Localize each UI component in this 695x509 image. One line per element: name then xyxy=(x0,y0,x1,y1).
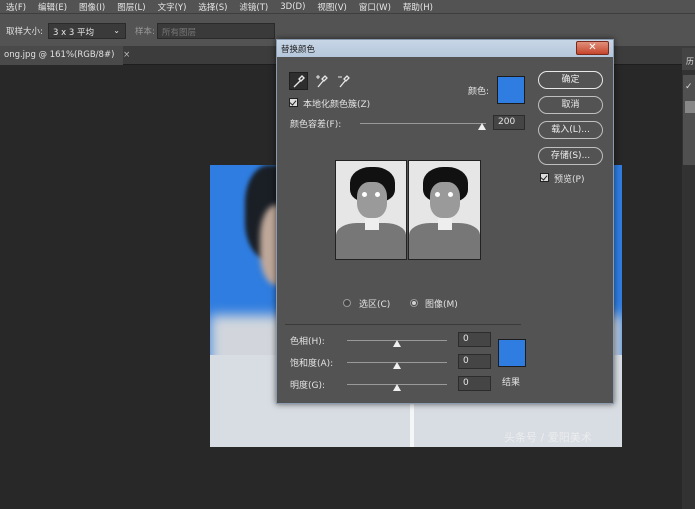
menu-filter[interactable]: 滤镜(T) xyxy=(233,1,274,13)
menu-file[interactable]: 选(F) xyxy=(0,1,32,13)
eyedropper-plus-button[interactable] xyxy=(312,72,331,90)
eyedropper-plus-icon xyxy=(316,75,328,88)
lightness-value: 0 xyxy=(463,378,469,388)
sample-size-value: 3 x 3 平均 xyxy=(53,28,94,38)
sample-select[interactable]: 所有图层 xyxy=(157,23,275,39)
dialog-body: 颜色: 本地化颜色簇(Z) 颜色容差(F): 200 选区(C) 图像(M) 色… xyxy=(277,57,613,403)
document-tab[interactable]: ong.jpg @ 161%(RGB/8#) × xyxy=(0,46,130,65)
image-radio-label: 图像(M) xyxy=(425,300,458,310)
lightness-field[interactable]: 0 xyxy=(458,376,491,391)
localized-clusters-checkbox[interactable] xyxy=(289,98,298,107)
fuzziness-label: 颜色容差(F): xyxy=(290,120,342,130)
menu-layer[interactable]: 图层(L) xyxy=(111,1,151,13)
eyedropper-tool-button[interactable] xyxy=(289,72,308,90)
saturation-value: 0 xyxy=(463,356,469,366)
saturation-slider-thumb[interactable] xyxy=(393,362,401,369)
color-label: 颜色: xyxy=(468,87,490,97)
cancel-button[interactable]: 取消 xyxy=(538,96,603,114)
sample-label: 样本: xyxy=(135,27,155,37)
save-button[interactable]: 存储(S)... xyxy=(538,147,603,165)
menu-help[interactable]: 帮助(H) xyxy=(397,1,439,13)
eyedropper-minus-icon xyxy=(338,75,350,88)
menu-bar: 选(F) 编辑(E) 图像(I) 图层(L) 文字(Y) 选择(S) 滤镜(T)… xyxy=(0,0,695,13)
sample-value: 所有图层 xyxy=(162,28,197,38)
menu-view[interactable]: 视图(V) xyxy=(311,1,352,13)
menu-3d[interactable]: 3D(D) xyxy=(274,2,311,12)
preview-checkbox[interactable] xyxy=(540,173,549,182)
dialog-titlebar[interactable]: 替换颜色 ✕ xyxy=(277,40,613,57)
hue-label: 色相(H): xyxy=(290,337,325,347)
selection-preview-right xyxy=(408,160,481,260)
document-tab-title: ong.jpg @ 161%(RGB/8#) xyxy=(4,50,115,60)
selection-radio-label: 选区(C) xyxy=(359,300,391,310)
fuzziness-value: 200 xyxy=(498,117,516,127)
saturation-field[interactable]: 0 xyxy=(458,354,491,369)
saturation-label: 饱和度(A): xyxy=(290,359,334,369)
load-button[interactable]: 载入(L)... xyxy=(538,121,603,139)
fuzziness-field[interactable]: 200 xyxy=(493,115,525,130)
fuzziness-slider-thumb[interactable] xyxy=(478,123,486,130)
fuzziness-track[interactable] xyxy=(360,123,486,124)
brush-icon[interactable]: ✓ xyxy=(685,82,693,92)
eyedropper-minus-button[interactable] xyxy=(334,72,353,90)
close-icon: ✕ xyxy=(588,42,597,53)
sample-size-label: 取样大小: xyxy=(6,27,43,37)
ok-button[interactable]: 确定 xyxy=(538,71,603,89)
watermark: 头条号 / 爱阳美术 xyxy=(504,431,592,444)
menu-type[interactable]: 文字(Y) xyxy=(152,1,193,13)
sample-size-select[interactable]: 3 x 3 平均 ⌄ xyxy=(48,23,126,39)
menu-image[interactable]: 图像(I) xyxy=(73,1,111,13)
hue-field[interactable]: 0 xyxy=(458,332,491,347)
chevron-down-icon: ⌄ xyxy=(113,26,120,35)
dialog-title: 替换颜色 xyxy=(281,45,316,55)
dialog-close-button[interactable]: ✕ xyxy=(576,41,609,55)
result-label: 结果 xyxy=(502,378,521,388)
menu-window[interactable]: 窗口(W) xyxy=(353,1,397,13)
close-icon[interactable]: × xyxy=(123,50,130,60)
replace-color-dialog: 替换颜色 ✕ 颜色: 本地化颜色簇(Z) 颜色容差(F): 200 选区(C) … xyxy=(276,39,614,404)
eyedropper-icon xyxy=(293,75,305,88)
lightness-label: 明度(G): xyxy=(290,381,326,391)
history-icon[interactable] xyxy=(685,101,695,113)
image-radio[interactable] xyxy=(410,299,418,307)
right-panel-label: 历 xyxy=(686,57,694,66)
menu-select[interactable]: 选择(S) xyxy=(192,1,233,13)
target-color-swatch[interactable] xyxy=(497,76,525,104)
selection-preview-left xyxy=(335,160,407,260)
result-color-swatch[interactable] xyxy=(498,339,526,367)
hue-value: 0 xyxy=(463,334,469,344)
localized-clusters-label: 本地化颜色簇(Z) xyxy=(303,100,371,110)
section-divider xyxy=(285,324,521,325)
menu-edit[interactable]: 编辑(E) xyxy=(32,1,73,13)
selection-radio[interactable] xyxy=(343,299,351,307)
preview-label: 预览(P) xyxy=(554,175,585,185)
hue-slider-thumb[interactable] xyxy=(393,340,401,347)
lightness-slider-thumb[interactable] xyxy=(393,384,401,391)
